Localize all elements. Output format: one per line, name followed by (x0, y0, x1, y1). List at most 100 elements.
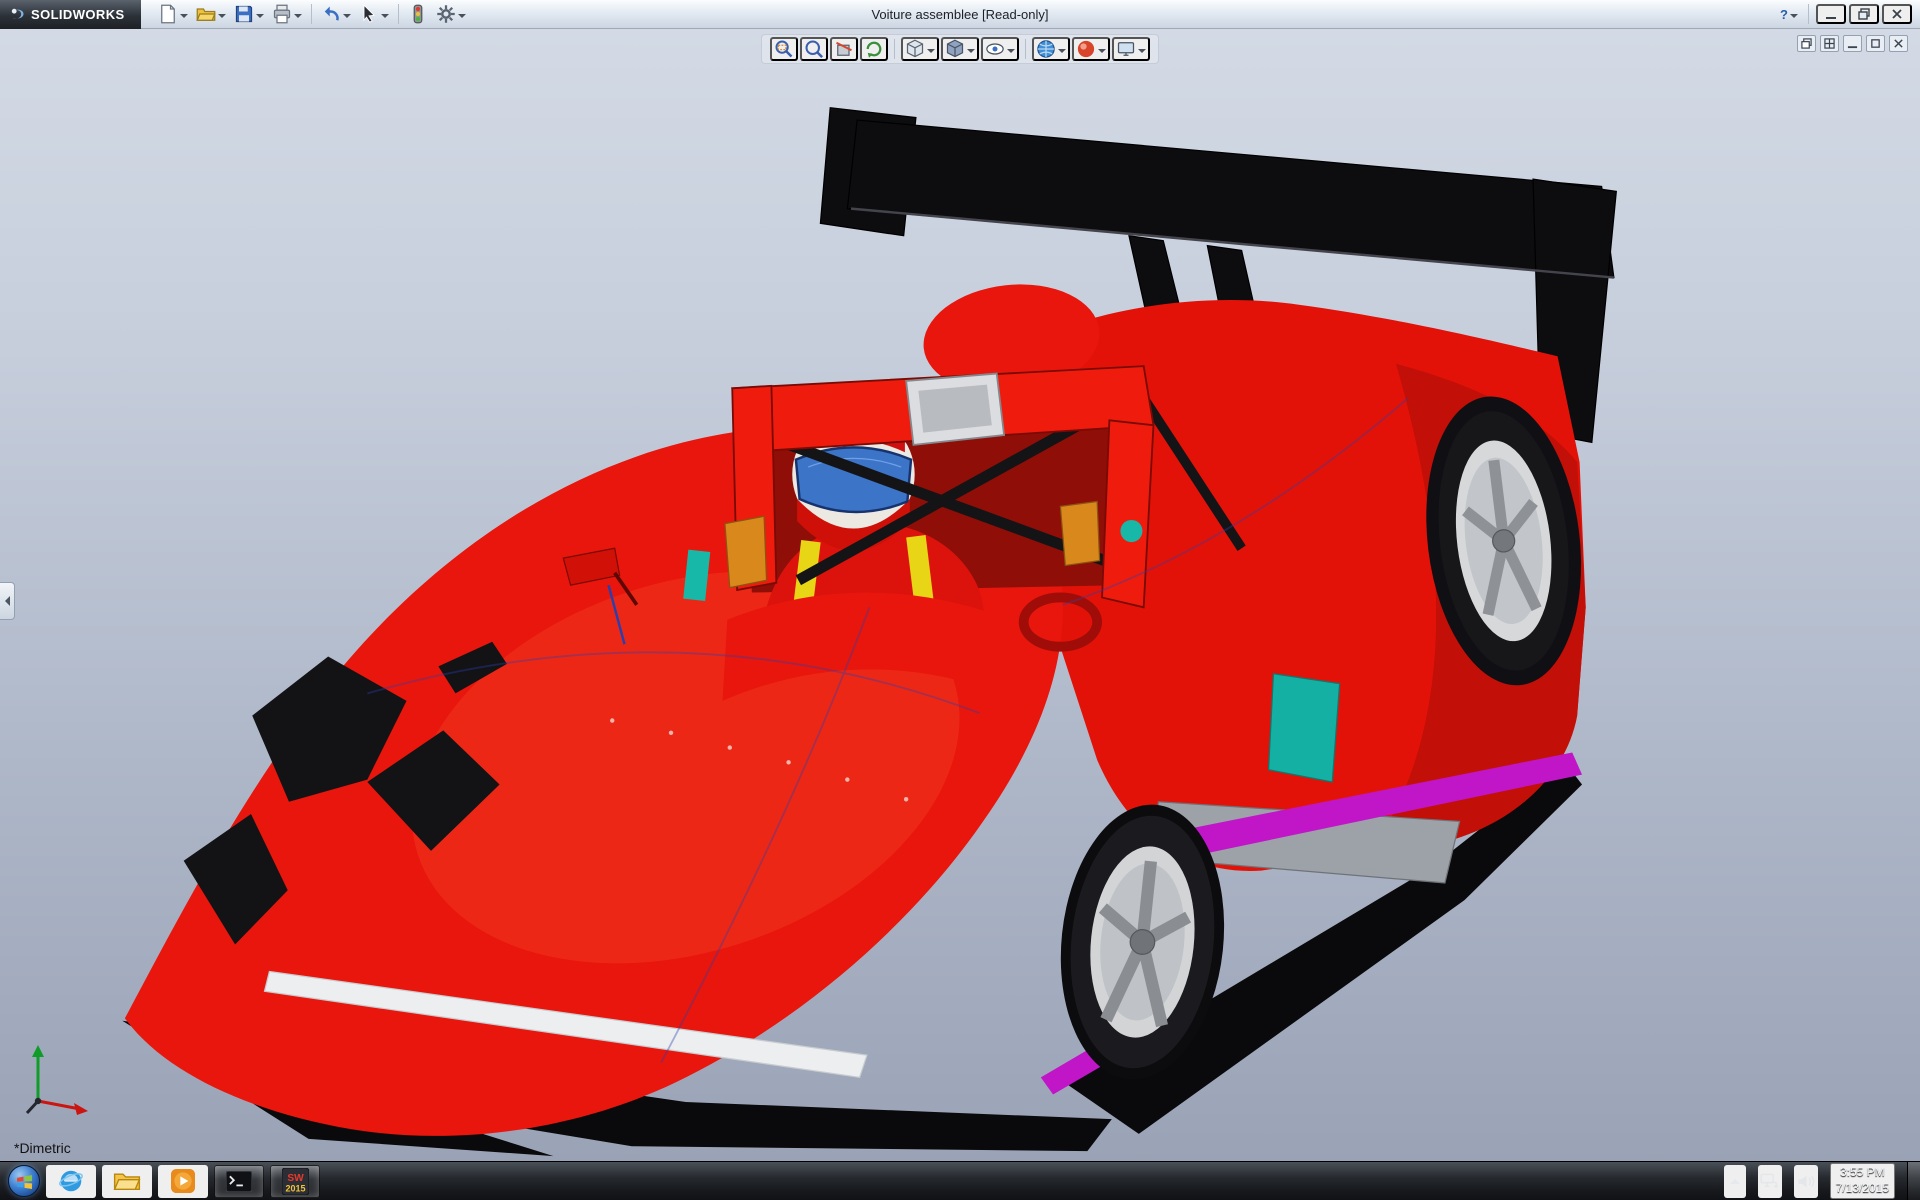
feature-manager-collapsed-tab[interactable] (0, 582, 15, 620)
dropdown-caret (457, 13, 466, 22)
select-cursor-icon (363, 4, 375, 23)
dropdown-caret (927, 48, 935, 57)
zoom-area-button[interactable] (770, 37, 798, 61)
solidworks-window: SOLIDWORKS Voiture assemblee [Read-only]… (0, 0, 1920, 1200)
svg-text:2015: 2015 (285, 1183, 305, 1193)
edit-appearance-button[interactable] (1072, 37, 1110, 61)
tray-date: 7/13/2015 (1835, 1181, 1889, 1195)
hide-show-items-button[interactable] (981, 37, 1019, 61)
open-folder-icon (195, 8, 216, 21)
volume-icon (1798, 1175, 1815, 1187)
display-style-button[interactable] (941, 37, 979, 61)
cascade-icon (1801, 38, 1812, 49)
volume-button[interactable] (1793, 1164, 1818, 1198)
doc-close-button[interactable] (1889, 35, 1908, 52)
undo-button[interactable] (318, 2, 354, 27)
view-orientation-label: *Dimetric (14, 1140, 71, 1156)
titlebar-controls: ? (1777, 2, 1920, 27)
help-label: ? (1780, 6, 1788, 22)
options-button[interactable] (433, 2, 469, 27)
section-view-button[interactable] (830, 37, 858, 61)
dropdown-caret (179, 13, 188, 22)
print-button[interactable] (269, 2, 305, 27)
expand-panel-arrow-icon (0, 596, 10, 606)
save-button[interactable] (231, 2, 267, 27)
folder-icon (113, 1173, 141, 1190)
undo-icon (324, 6, 339, 21)
taskbar-solidworks-2015-button[interactable]: SW 2015 (270, 1164, 320, 1198)
taskbar-internet-explorer-button[interactable] (46, 1164, 96, 1198)
tray-time: 3:55 PM (1839, 1165, 1885, 1180)
taskbar-clock[interactable]: 3:55 PM 7/13/2015 (1829, 1163, 1895, 1199)
hidden-icons-button[interactable] (1723, 1164, 1746, 1198)
toolbar-separator (1025, 39, 1026, 59)
rebuild-traffic-light-icon (413, 4, 422, 24)
network-status-button[interactable] (1757, 1164, 1782, 1198)
tile-icon (1824, 38, 1835, 49)
dassault-swirl-icon (11, 8, 24, 19)
toolbar-separator (894, 39, 895, 59)
media-player-icon (171, 1169, 195, 1193)
select-button[interactable] (356, 2, 392, 27)
restore-button[interactable] (1849, 4, 1879, 24)
doc-restore-icon (1871, 39, 1880, 48)
toolbar-separator (1808, 4, 1809, 24)
view-orientation-button[interactable] (901, 37, 939, 61)
command-prompt-icon (226, 1170, 252, 1192)
windows-logo-icon (16, 1174, 32, 1189)
internet-explorer-icon (59, 1170, 83, 1192)
dropdown-caret (217, 13, 226, 22)
new-button[interactable] (155, 2, 191, 27)
toolbar-separator (397, 4, 399, 24)
print-icon (273, 4, 290, 24)
doc-minimize-icon (1847, 46, 1858, 49)
new-document-icon (160, 4, 175, 24)
apply-scene-button[interactable] (1032, 37, 1070, 61)
close-icon (1892, 9, 1902, 19)
restore-icon (1858, 8, 1870, 20)
options-gear-icon (436, 5, 455, 23)
display-style-cube-icon (946, 39, 964, 58)
edit-appearance-sphere-icon (1077, 40, 1095, 58)
svg-text:SW: SW (287, 1172, 304, 1183)
titlebar: SOLIDWORKS Voiture assemblee [Read-only]… (0, 0, 1920, 29)
rotate-view-icon (866, 41, 882, 58)
dropdown-caret (293, 13, 302, 22)
view-settings-button[interactable] (1112, 37, 1150, 61)
help-button[interactable]: ? (1777, 2, 1801, 27)
show-desktop-button[interactable] (1907, 1161, 1920, 1200)
doc-restore-button[interactable] (1866, 35, 1885, 52)
minimize-button[interactable] (1816, 4, 1846, 24)
open-button[interactable] (193, 2, 229, 27)
graphics-viewport[interactable]: *Dimetric (0, 29, 1920, 1161)
dropdown-caret (967, 48, 975, 57)
main-toolbar (155, 2, 469, 27)
doc-minimize-button[interactable] (1843, 35, 1862, 52)
taskbar-command-prompt-button[interactable] (214, 1164, 264, 1198)
dropdown-caret (1790, 13, 1798, 22)
cascade-windows-button[interactable] (1797, 35, 1816, 52)
dropdown-caret (1058, 48, 1066, 57)
close-button[interactable] (1882, 4, 1912, 24)
save-floppy-icon (235, 5, 252, 23)
heads-up-toolbar (761, 34, 1159, 64)
zoom-to-fit-button[interactable] (800, 37, 828, 61)
system-tray: 3:55 PM 7/13/2015 (1723, 1161, 1920, 1200)
toolbar-separator (310, 4, 312, 24)
zoom-to-fit-icon (805, 40, 824, 59)
dropdown-caret (1007, 48, 1015, 57)
rebuild-button[interactable] (405, 2, 431, 27)
dropdown-caret (380, 13, 389, 22)
taskbar: SW 2015 3:55 PM 7/13/2015 (0, 1161, 1920, 1200)
taskbar-media-player-button[interactable] (158, 1164, 208, 1198)
chevron-up-icon (1729, 1174, 1740, 1184)
start-button[interactable] (8, 1165, 40, 1197)
rotate-view-button[interactable] (860, 37, 888, 61)
dropdown-caret (1138, 48, 1146, 57)
solidworks-logo: SOLIDWORKS (0, 0, 141, 29)
minimize-icon (1826, 17, 1836, 19)
taskbar-file-explorer-button[interactable] (102, 1164, 152, 1198)
brand-text: SOLIDWORKS (31, 6, 125, 22)
tile-windows-button[interactable] (1820, 35, 1839, 52)
car-model[interactable] (0, 29, 1920, 1161)
